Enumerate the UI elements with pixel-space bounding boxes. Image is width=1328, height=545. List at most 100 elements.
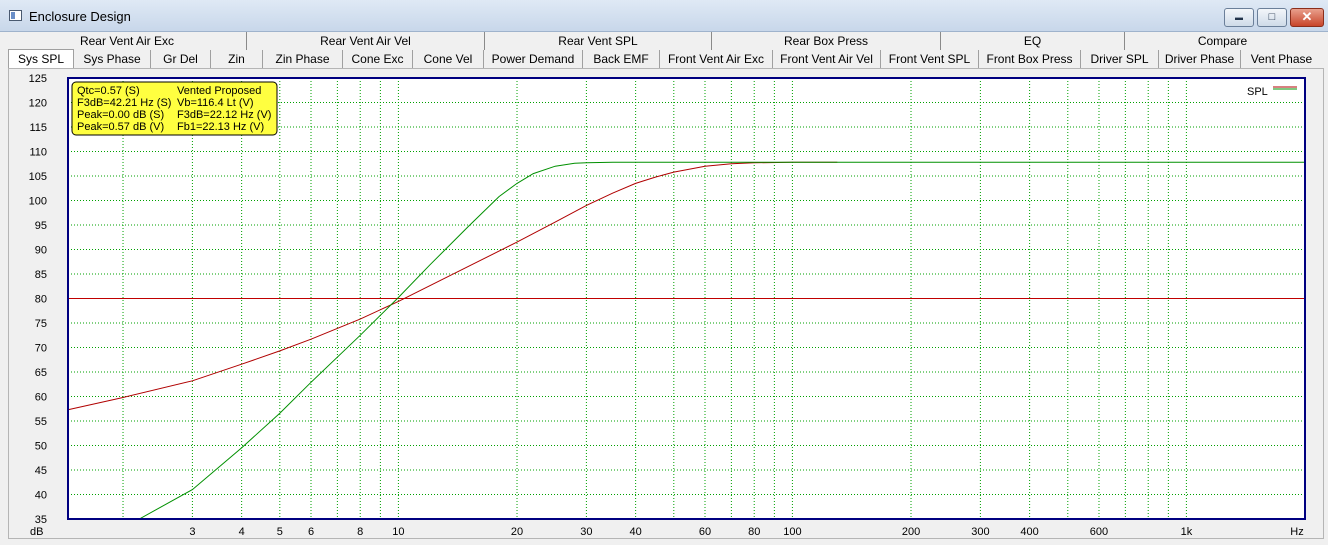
x-tick-label: 3: [189, 526, 195, 538]
close-icon: ✕: [1301, 9, 1313, 24]
info-peak-sealed: Peak=0.00 dB (S): [77, 109, 164, 121]
info-fb1: Fb1=22.13 Hz (V): [177, 121, 264, 133]
tab-row-top: Rear Vent Air Exc Rear Vent Air Vel Rear…: [8, 32, 1320, 50]
tab-cone-exc[interactable]: Cone Exc: [343, 50, 413, 68]
y-tick-label: 50: [35, 441, 47, 453]
tab-driver-spl[interactable]: Driver SPL: [1081, 50, 1159, 68]
y-tick-label: 65: [35, 367, 47, 379]
x-tick-label: 40: [629, 526, 641, 538]
tab-zin-phase[interactable]: Zin Phase: [263, 50, 343, 68]
tab-label: Front Vent SPL: [888, 52, 971, 66]
minimize-icon: ▬: [1235, 13, 1243, 22]
x-tick-label: 20: [511, 526, 523, 538]
y-tick-label: 115: [29, 122, 47, 134]
x-tick-label: 300: [971, 526, 989, 538]
x-tick-label: 100: [783, 526, 801, 538]
tab-zin[interactable]: Zin: [211, 50, 263, 68]
tab-label: Rear Box Press: [783, 34, 869, 48]
info-vented-proposed: Vented Proposed: [177, 85, 261, 97]
tab-label: Gr Del: [163, 52, 198, 66]
tab-label: Rear Vent Air Vel: [320, 34, 411, 48]
tab-label: EQ: [1023, 34, 1042, 48]
x-tick-label: 10: [392, 526, 404, 538]
x-tick-label: 1k: [1181, 526, 1193, 538]
tab-cone-vel[interactable]: Cone Vel: [413, 50, 484, 68]
tab-label: Back EMF: [593, 52, 649, 66]
info-box: Qtc=0.57 (S) F3dB=42.21 Hz (S) Peak=0.00…: [71, 81, 278, 136]
maximize-icon: □: [1268, 11, 1276, 23]
legend-label: SPL: [1247, 86, 1268, 98]
tab-label: Cone Vel: [423, 52, 473, 66]
y-axis: 35 40 45 50 55 60 65 70 75 80 85 90 95 100 105 110 115 12…: [29, 73, 47, 526]
tab-rear-vent-spl[interactable]: Rear Vent SPL: [485, 32, 712, 50]
tab-power-demand[interactable]: Power Demand: [484, 50, 583, 68]
tab-label: Zin Phase: [275, 52, 330, 66]
x-tick-label: 400: [1020, 526, 1038, 538]
tab-label: Rear Vent SPL: [558, 34, 638, 48]
tab-label: Zin: [228, 52, 245, 66]
x-tick-label: 30: [580, 526, 592, 538]
y-tick-label: 80: [35, 294, 47, 306]
y-tick-label: 125: [29, 73, 47, 85]
x-tick-label: 5: [277, 526, 283, 538]
info-f3db-sealed: F3dB=42.21 Hz (S): [77, 97, 171, 109]
tab-eq[interactable]: EQ: [941, 32, 1125, 50]
info-f3db-vented: F3dB=22.12 Hz (V): [177, 109, 271, 121]
tab-label: Cone Exc: [351, 52, 404, 66]
y-tick-label: 100: [29, 196, 47, 208]
y-tick-label: 105: [29, 171, 47, 183]
info-qtc: Qtc=0.57 (S): [77, 85, 140, 97]
close-button[interactable]: ✕: [1290, 8, 1324, 27]
y-tick-label: 95: [35, 220, 47, 232]
window-title: Enclosure Design: [29, 9, 131, 24]
tab-sys-phase[interactable]: Sys Phase: [74, 50, 151, 68]
tab-front-box-press[interactable]: Front Box Press: [979, 50, 1081, 68]
x-tick-label: 60: [699, 526, 711, 538]
y-tick-label: 60: [35, 392, 47, 404]
tab-compare[interactable]: Compare: [1125, 32, 1320, 50]
x-tick-label: 600: [1090, 526, 1108, 538]
tab-label: Front Box Press: [986, 52, 1073, 66]
x-unit-label: Hz: [1290, 526, 1303, 538]
y-tick-label: 120: [29, 98, 47, 110]
tab-driver-phase[interactable]: Driver Phase: [1159, 50, 1241, 68]
tab-vent-phase[interactable]: Vent Phase: [1241, 50, 1322, 68]
tab-rear-vent-air-exc[interactable]: Rear Vent Air Exc: [8, 32, 247, 50]
tab-gr-del[interactable]: Gr Del: [151, 50, 211, 68]
y-tick-label: 35: [35, 514, 47, 526]
tab-rear-vent-air-vel[interactable]: Rear Vent Air Vel: [247, 32, 485, 50]
info-peak-vented: Peak=0.57 dB (V): [77, 121, 164, 133]
tab-rear-box-press[interactable]: Rear Box Press: [712, 32, 941, 50]
tab-front-vent-spl[interactable]: Front Vent SPL: [881, 50, 979, 68]
graph-panel: 35 40 45 50 55 60 65 70 75 80 85 90 95 100 105 110 115 12…: [8, 68, 1324, 539]
maximize-button[interactable]: □: [1257, 8, 1287, 27]
x-tick-label: 80: [748, 526, 760, 538]
y-tick-label: 110: [29, 147, 47, 159]
info-vb: Vb=116.4 Lt (V): [177, 97, 254, 109]
tab-label: Driver Phase: [1164, 52, 1235, 66]
app-window-icon: [9, 10, 22, 21]
tab-row-bottom: Sys SPL Sys Phase Gr Del Zin Zin Phase C…: [8, 49, 1322, 69]
y-tick-label: 40: [35, 490, 47, 502]
y-tick-label: 45: [35, 465, 47, 477]
tab-label: Sys SPL: [17, 52, 65, 66]
tab-front-vent-air-vel[interactable]: Front Vent Air Vel: [773, 50, 881, 68]
tab-label: Front Vent Air Exc: [667, 52, 765, 66]
x-tick-label: 6: [308, 526, 314, 538]
tab-label: Power Demand: [491, 52, 575, 66]
spl-chart: 3540455055606570758085909510010511011512…: [29, 73, 1306, 538]
tab-front-vent-air-exc[interactable]: Front Vent Air Exc: [660, 50, 773, 68]
y-tick-label: 85: [35, 269, 47, 281]
tab-label: Rear Vent Air Exc: [79, 34, 175, 48]
tab-label: Compare: [1197, 34, 1248, 48]
tab-label: Vent Phase: [1250, 52, 1313, 66]
y-tick-label: 70: [35, 343, 47, 355]
tab-sys-spl[interactable]: Sys SPL: [8, 49, 74, 69]
y-tick-label: 55: [35, 416, 47, 428]
tab-back-emf[interactable]: Back EMF: [583, 50, 660, 68]
y-unit-label: dB: [30, 526, 43, 538]
y-tick-label: 90: [35, 245, 47, 257]
minimize-button[interactable]: ▬: [1224, 8, 1254, 27]
x-tick-label: 4: [239, 526, 245, 538]
x-tick-label: 8: [357, 526, 363, 538]
